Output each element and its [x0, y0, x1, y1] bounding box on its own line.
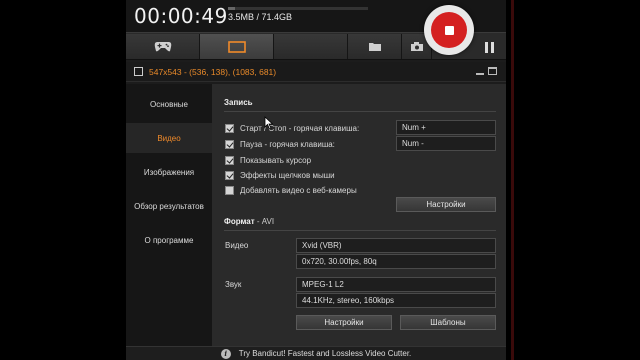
- stop-icon: [444, 25, 454, 35]
- folder-icon: [368, 43, 381, 51]
- option-label: Добавлять видео с веб-камеры: [240, 185, 357, 195]
- screen-rectangle-icon: [227, 40, 246, 53]
- checkbox[interactable]: [225, 170, 234, 180]
- mouse-cursor-icon: [264, 116, 274, 130]
- video-settings-panel: Запись Старт / Стоп - горячая клавиша: N…: [212, 84, 506, 346]
- bandicam-window: 00:00:49 3.5MB / 71.4GB 547x543 - (536, …: [126, 0, 506, 360]
- sidebar-item-about[interactable]: О программе: [126, 225, 212, 255]
- open-folder-button[interactable]: [348, 34, 402, 59]
- option-webcam-overlay[interactable]: Добавлять видео с веб-камеры: [225, 184, 357, 196]
- video-label: Видео: [225, 241, 249, 250]
- sidebar-item-images[interactable]: Изображения: [126, 157, 212, 187]
- checkbox[interactable]: [225, 139, 234, 149]
- record-indicator: [431, 12, 467, 48]
- promo-footer[interactable]: i Try Bandicut! Fastest and Lossless Vid…: [126, 346, 506, 360]
- game-mode-button[interactable]: [126, 34, 200, 59]
- settings-sidebar: Основные Видео Изображения Обзор результ…: [126, 84, 212, 346]
- option-show-cursor[interactable]: Показывать курсор: [225, 154, 311, 166]
- background-edge: [511, 0, 514, 360]
- pause-hotkey-field[interactable]: Num -: [396, 136, 496, 151]
- format-title-separator: -: [254, 217, 262, 226]
- capture-area-row: 547x543 - (536, 138), (1083, 681): [126, 62, 506, 82]
- record-settings-button[interactable]: Настройки: [396, 197, 496, 212]
- option-click-effects[interactable]: Эффекты щелчков мыши: [225, 169, 335, 181]
- info-icon: i: [220, 348, 231, 359]
- sidebar-item-video[interactable]: Видео: [126, 123, 212, 153]
- recording-timer: 00:00:49: [134, 4, 228, 28]
- checkbox[interactable]: [225, 123, 234, 133]
- option-label: Эффекты щелчков мыши: [240, 170, 335, 180]
- minimize-icon[interactable]: [475, 66, 485, 76]
- size-progress-fill: [228, 7, 235, 10]
- capture-area-label: 547x543 - (536, 138), (1083, 681): [149, 67, 277, 77]
- pause-button[interactable]: [478, 36, 500, 58]
- device-mode-button[interactable]: [274, 34, 348, 59]
- screen-mode-button[interactable]: [200, 34, 274, 59]
- record-section-title: Запись: [224, 98, 253, 107]
- option-label: Пауза - горячая клавиша:: [240, 139, 335, 149]
- option-label: Старт / Стоп - горячая клавиша:: [240, 123, 360, 133]
- area-icon: [134, 67, 143, 76]
- size-progress-bar: [228, 7, 368, 10]
- maximize-icon[interactable]: [488, 67, 497, 75]
- sidebar-item-general[interactable]: Основные: [126, 89, 212, 119]
- format-title-text: Формат: [224, 217, 255, 226]
- format-section-title: Формат - AVI: [224, 217, 274, 226]
- start-stop-hotkey-field[interactable]: Num +: [396, 120, 496, 135]
- audio-label: Звук: [225, 280, 242, 289]
- gamepad-icon: [154, 42, 171, 52]
- divider: [224, 111, 496, 112]
- pause-icon-bar: [490, 41, 494, 53]
- templates-button[interactable]: Шаблоны: [400, 315, 496, 330]
- camera-icon: [410, 42, 423, 51]
- option-pause-hotkey[interactable]: Пауза - горячая клавиша:: [225, 138, 335, 150]
- audio-codec-field[interactable]: MPEG-1 L2: [296, 277, 496, 292]
- video-params-field[interactable]: 0x720, 30.00fps, 80q: [296, 254, 496, 269]
- divider: [224, 230, 496, 231]
- option-label: Показывать курсор: [240, 155, 312, 165]
- checkbox[interactable]: [225, 155, 234, 165]
- format-container: AVI: [261, 217, 275, 226]
- video-codec-field[interactable]: Xvid (VBR): [296, 238, 496, 253]
- stop-record-button[interactable]: [424, 5, 474, 55]
- pause-icon: [484, 41, 488, 53]
- option-start-stop-hotkey[interactable]: Старт / Стоп - горячая клавиша:: [225, 122, 359, 134]
- format-settings-button[interactable]: Настройки: [296, 315, 392, 330]
- sidebar-item-output[interactable]: Обзор результатов: [126, 191, 212, 221]
- audio-params-field[interactable]: 44.1KHz, stereo, 160kbps: [296, 293, 496, 308]
- file-size-label: 3.5MB / 71.4GB: [228, 12, 293, 22]
- promo-text: Try Bandicut! Fastest and Lossless Video…: [238, 349, 412, 358]
- checkbox[interactable]: [225, 185, 234, 195]
